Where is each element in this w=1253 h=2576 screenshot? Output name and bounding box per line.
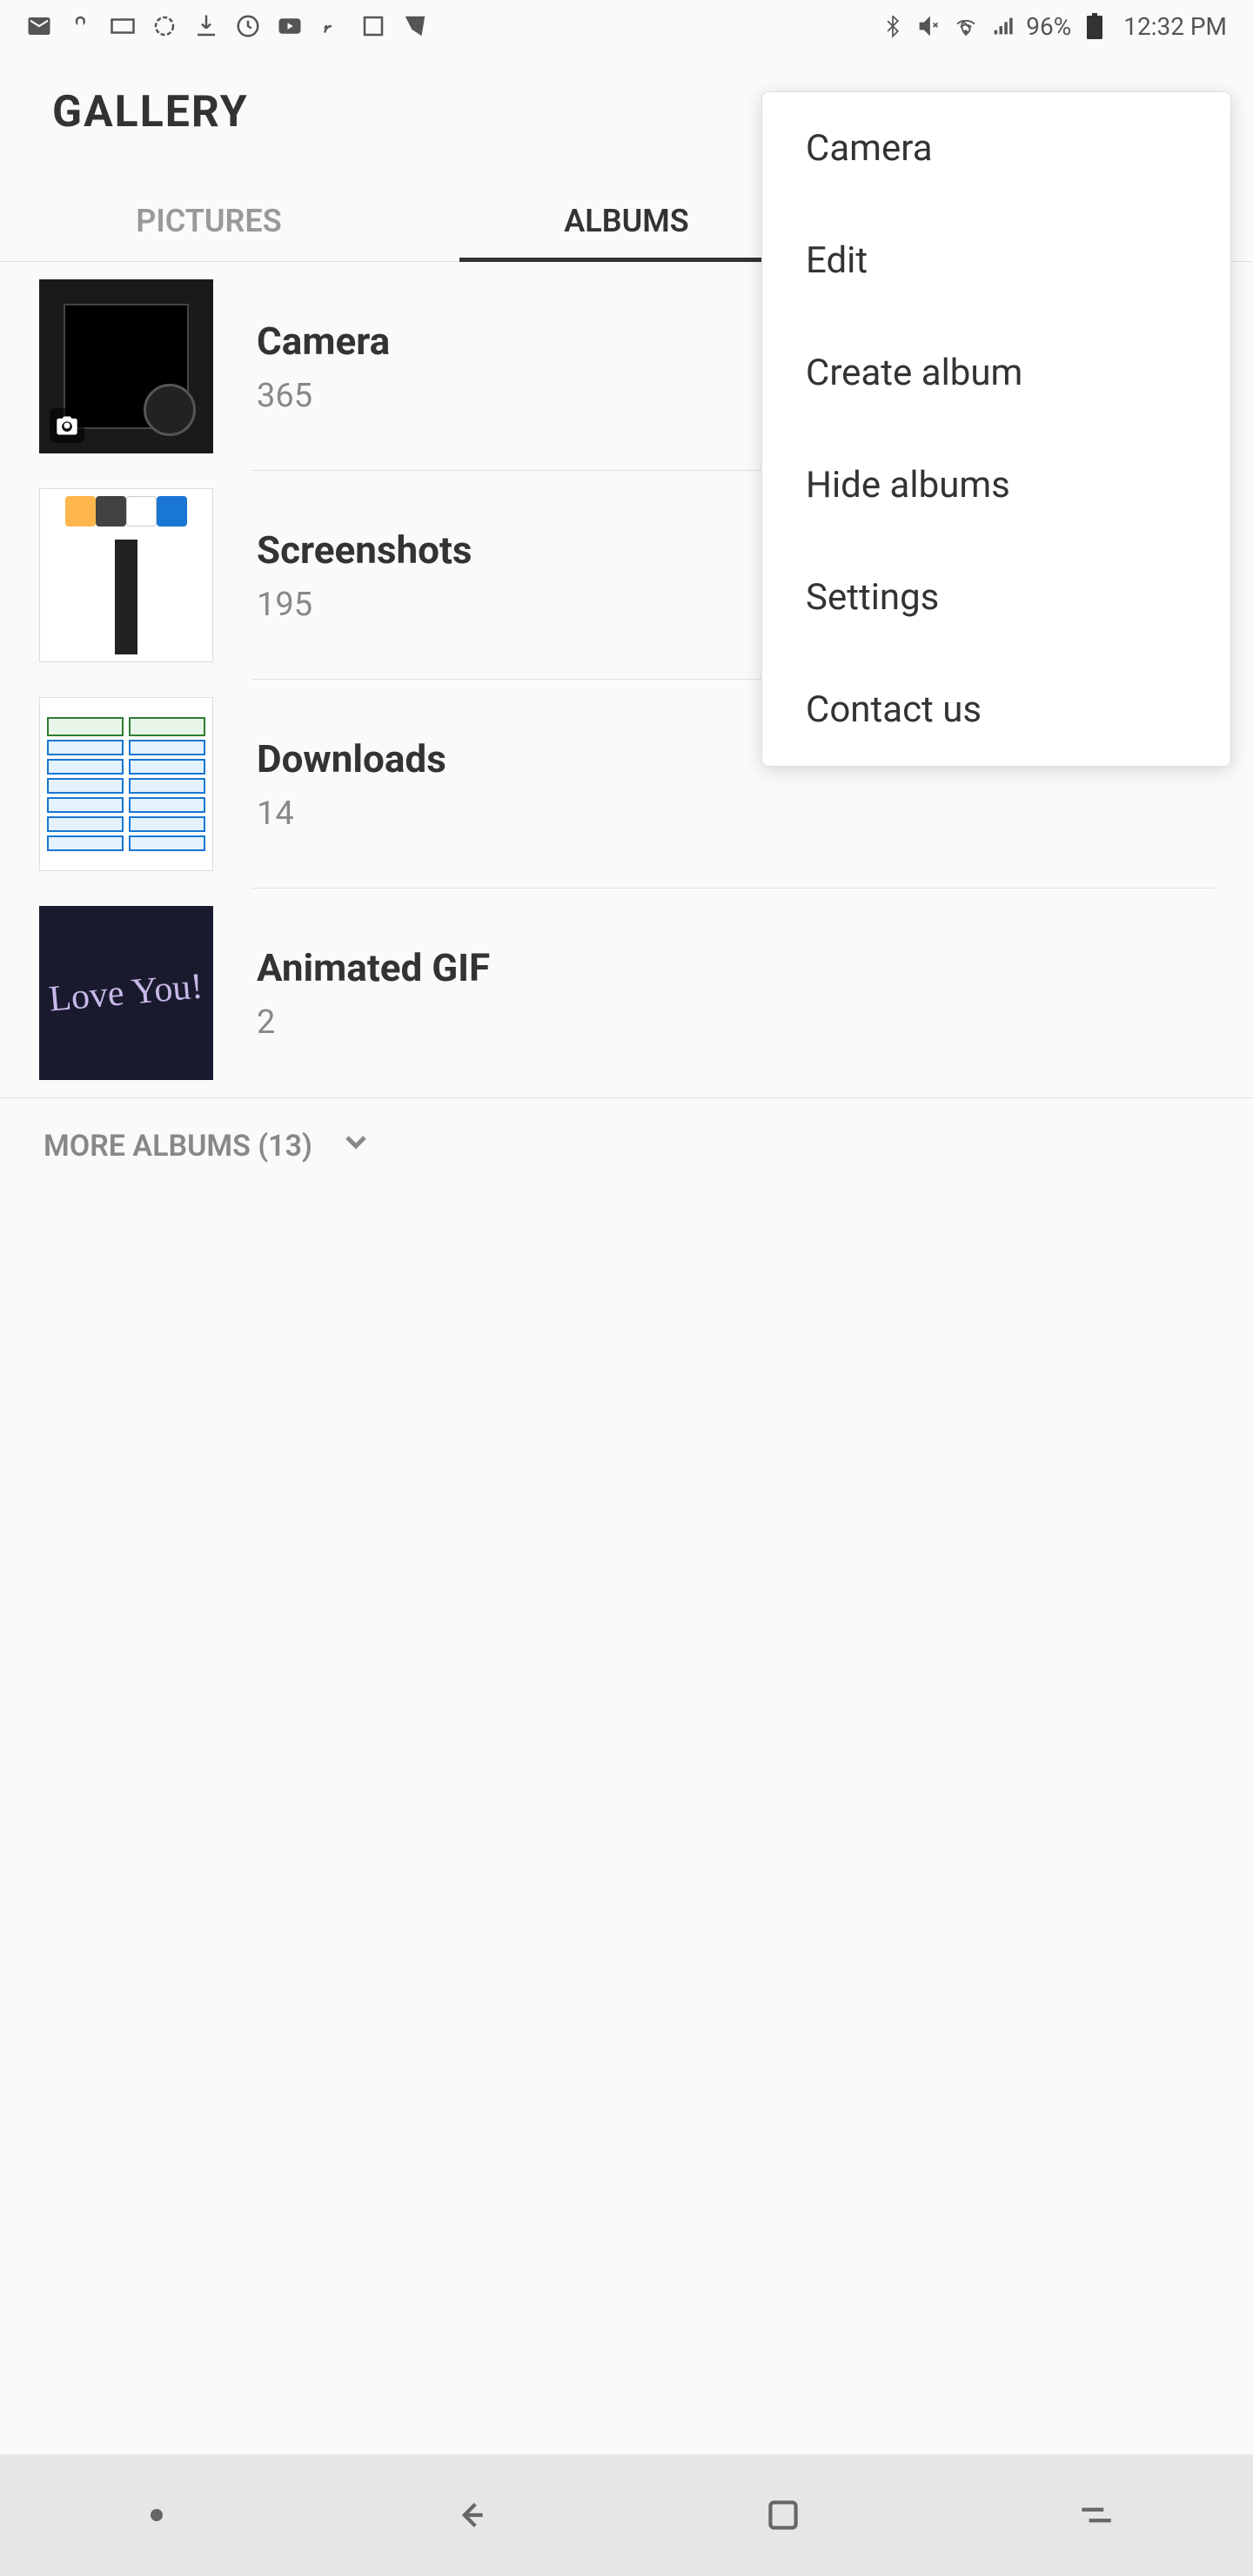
bluetooth-icon (880, 13, 906, 39)
battery-percent: 96% (1026, 12, 1071, 41)
nav-recents-button[interactable] (1070, 2489, 1122, 2541)
gif-text: Love You! (48, 966, 205, 1019)
camera-badge-icon (50, 408, 84, 443)
album-name: Downloads (257, 736, 446, 782)
signal-icon (989, 13, 1015, 39)
more-albums-label: MORE ALBUMS (13) (44, 1129, 312, 1164)
mute-icon (916, 13, 942, 39)
cast-icon (318, 13, 345, 39)
album-name: Camera (257, 319, 390, 364)
album-name: Animated GIF (257, 945, 490, 990)
wifi-icon (953, 13, 979, 39)
album-item-gif[interactable]: Love You! Animated GIF 2 (0, 889, 1253, 1097)
menu-item-camera[interactable]: Camera (762, 92, 1230, 205)
battery-icon (1082, 13, 1108, 39)
sync-icon (151, 13, 178, 39)
clock-icon (235, 13, 261, 39)
app-icon (360, 13, 386, 39)
menu-item-hide-albums[interactable]: Hide albums (762, 429, 1230, 541)
overflow-menu: Camera Edit Create album Hide albums Set… (761, 91, 1231, 767)
more-albums-button[interactable]: MORE ALBUMS (13) (0, 1097, 1253, 1193)
touch-icon (68, 13, 94, 39)
tab-pictures[interactable]: PICTURES (0, 181, 418, 261)
status-bar: 96% 12:32 PM (0, 0, 1253, 52)
menu-item-create-album[interactable]: Create album (762, 317, 1230, 429)
menu-item-edit[interactable]: Edit (762, 205, 1230, 317)
album-thumb-screenshots (39, 488, 213, 662)
album-info: Screenshots 195 (257, 527, 472, 624)
album-name: Screenshots (257, 527, 472, 573)
album-info: Animated GIF 2 (257, 945, 490, 1042)
youtube-icon (277, 13, 303, 39)
album-thumb-downloads (39, 697, 213, 871)
notification-icon (110, 13, 136, 39)
gmail-icon (26, 13, 52, 39)
album-thumb-gif: Love You! (39, 906, 213, 1080)
album-thumb-camera (39, 279, 213, 453)
menu-item-contact-us[interactable]: Contact us (762, 654, 1230, 766)
chevron-down-icon (338, 1124, 373, 1167)
album-count: 14 (257, 795, 446, 833)
album-info: Camera 365 (257, 319, 390, 415)
nav-home-button[interactable] (757, 2489, 809, 2541)
nav-menu-button[interactable] (131, 2489, 183, 2541)
status-left-icons (26, 13, 428, 39)
album-count: 195 (257, 586, 472, 624)
menu-item-settings[interactable]: Settings (762, 541, 1230, 654)
check-icon (402, 13, 428, 39)
download-icon (193, 13, 219, 39)
status-right-icons: 96% 12:32 PM (880, 12, 1227, 41)
nav-back-button[interactable] (444, 2489, 496, 2541)
clock-time: 12:32 PM (1123, 12, 1227, 41)
album-count: 365 (257, 377, 390, 415)
nav-bar (0, 2454, 1253, 2576)
album-count: 2 (257, 1003, 490, 1042)
album-info: Downloads 14 (257, 736, 446, 833)
